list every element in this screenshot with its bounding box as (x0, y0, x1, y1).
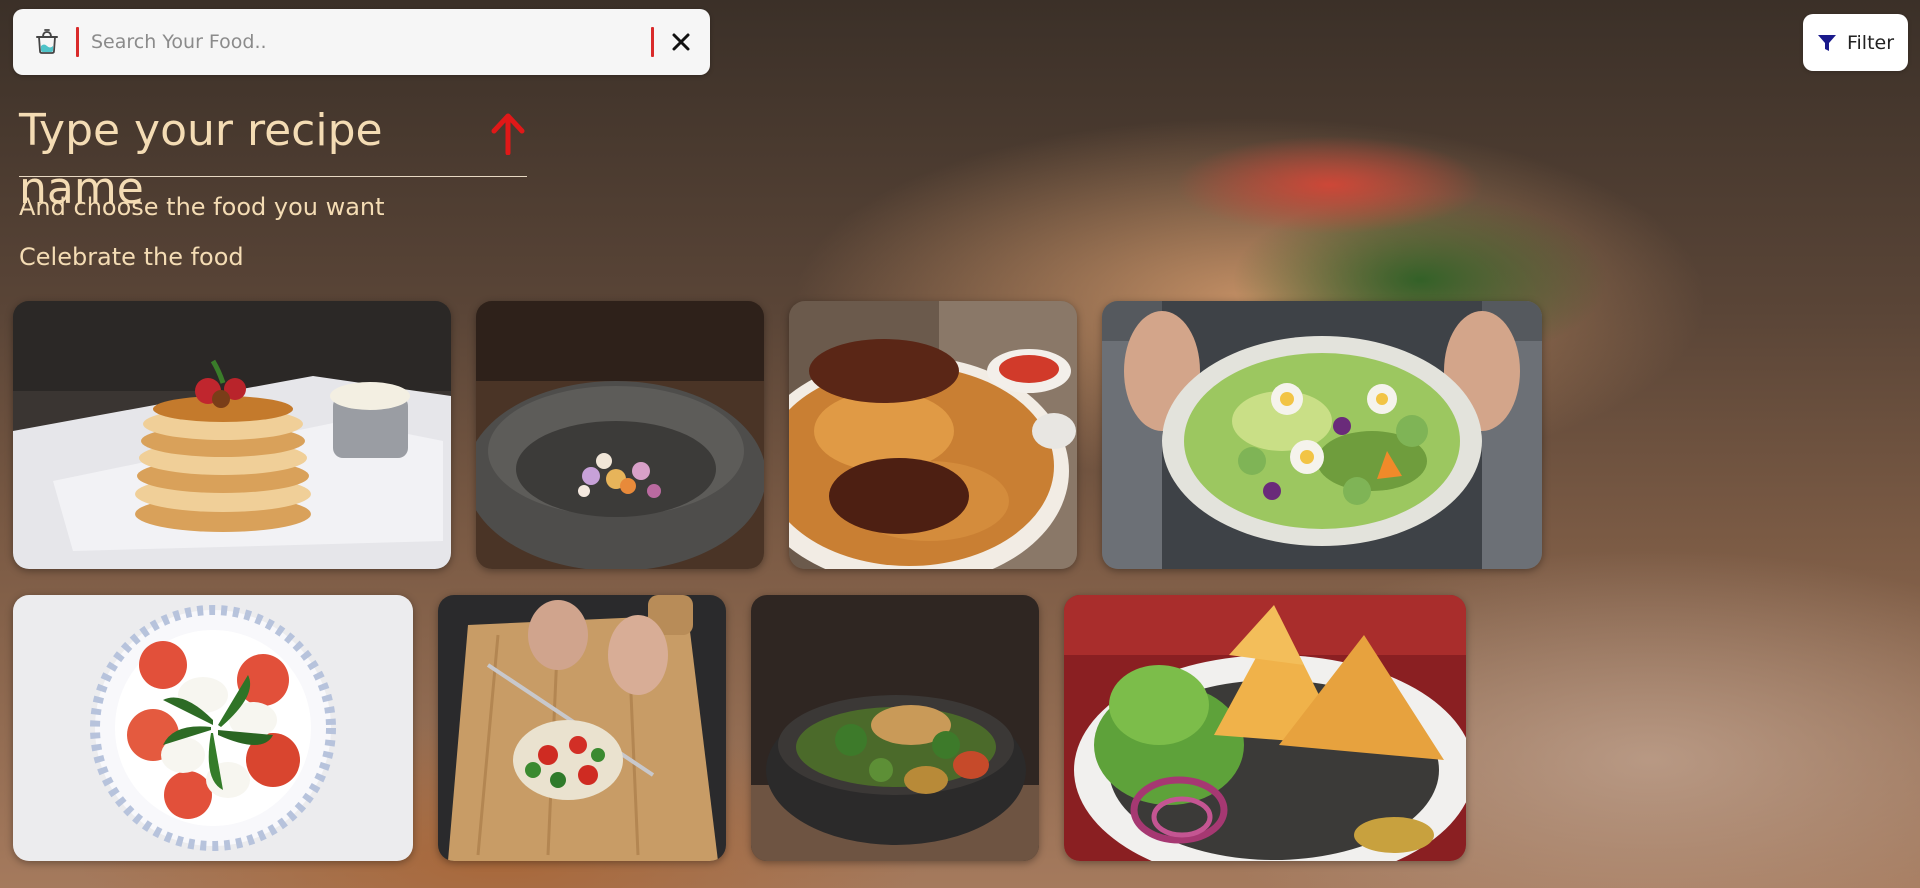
hero-tagline: Celebrate the food (19, 243, 244, 271)
food-card-samosa-plate[interactable] (1064, 595, 1466, 861)
food-card-green-salad[interactable] (1102, 301, 1542, 569)
food-card-caprese-salad[interactable] (13, 595, 413, 861)
mortar-bowl-image (476, 301, 764, 569)
filter-button[interactable]: Filter (1803, 14, 1908, 71)
samosa-plate-image (1064, 595, 1466, 861)
caprese-salad-image (13, 595, 413, 861)
food-card-biryani-chicken[interactable] (789, 301, 1077, 569)
food-card-noodle-bowl[interactable] (751, 595, 1039, 861)
close-icon (672, 33, 690, 51)
cooking-pot-icon (29, 24, 65, 60)
green-salad-image (1102, 301, 1542, 569)
page: Filter Type your recipe name And choose … (0, 0, 1920, 888)
up-arrow-icon (489, 111, 527, 159)
search-input[interactable] (79, 22, 651, 62)
hero-subtitle: And choose the food you want (19, 193, 385, 221)
food-card-pancakes[interactable] (13, 301, 451, 569)
search-bar (13, 9, 710, 75)
chopping-board-image (438, 595, 726, 861)
filter-label: Filter (1846, 31, 1895, 54)
noodle-bowl-image (751, 595, 1039, 861)
pancakes-image (13, 301, 451, 569)
food-card-chopping-board[interactable] (438, 595, 726, 861)
search-divider-right (651, 27, 654, 57)
biryani-chicken-image (789, 301, 1077, 569)
food-card-mortar-bowl[interactable] (476, 301, 764, 569)
hero-heading: Type your recipe name (19, 102, 527, 214)
clear-search-button[interactable] (666, 27, 696, 57)
funnel-icon (1817, 34, 1836, 51)
